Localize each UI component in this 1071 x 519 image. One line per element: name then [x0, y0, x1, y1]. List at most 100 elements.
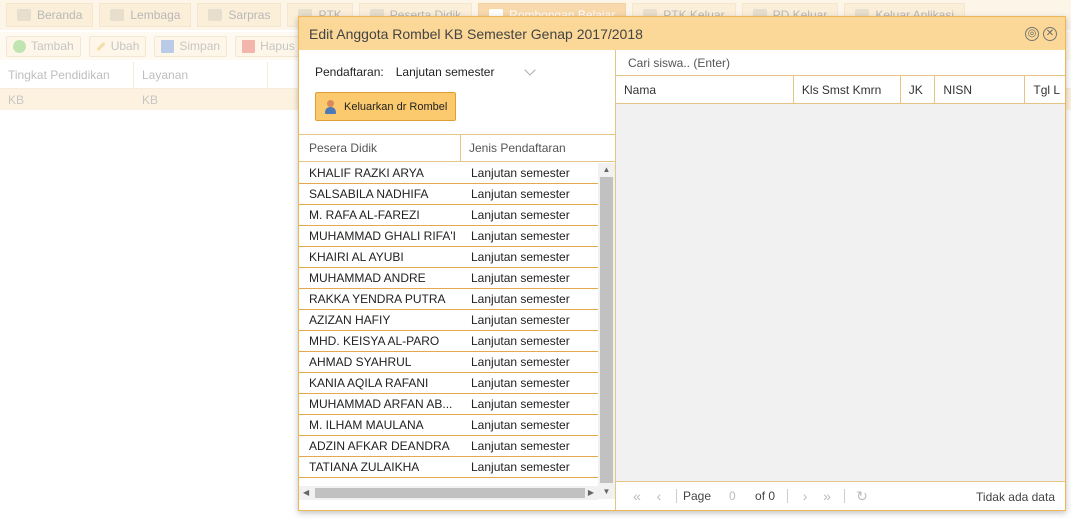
student-row[interactable]: M. RAFA AL-FAREZI Lanjutan semester	[299, 205, 598, 226]
vertical-scrollbar[interactable]: ▲ ▼	[598, 163, 615, 499]
student-row[interactable]: M. ILHAM MAULANA Lanjutan semester	[299, 415, 598, 436]
student-row[interactable]: AHMAD SYAHRUL Lanjutan semester	[299, 352, 598, 373]
pendaftaran-select[interactable]: Lanjutan semester	[394, 62, 544, 82]
next-page-icon[interactable]: ›	[794, 486, 816, 506]
student-name: RAKKA YENDRA PUTRA	[309, 292, 446, 306]
horizontal-scrollbar[interactable]: ◀ ▶	[299, 486, 598, 500]
keluarkan-label: Keluarkan dr Rombel	[344, 100, 448, 113]
student-grid-header: Pesera Didik Jenis Pendaftaran	[299, 135, 615, 162]
column-header-nama[interactable]: Nama	[616, 76, 794, 103]
student-name: MUHAMMAD GHALI RIFA'I	[309, 229, 456, 243]
candidate-grid-body	[616, 104, 1065, 481]
dialog-title-bar: Edit Anggota Rombel KB Semester Genap 20…	[299, 17, 1065, 50]
student-name: SALSABILA NADHIFA	[309, 187, 429, 201]
maximize-icon[interactable]: ◎	[1025, 27, 1039, 41]
nav-tab[interactable]: Lembaga	[99, 3, 192, 27]
scroll-left-arrow-icon[interactable]: ◀	[303, 486, 309, 500]
edit-anggota-rombel-dialog: Edit Anggota Rombel KB Semester Genap 20…	[298, 16, 1066, 511]
horizontal-scrollbar-thumb[interactable]	[315, 488, 585, 498]
building-icon	[110, 9, 125, 21]
home-icon	[17, 9, 31, 21]
student-grid: Pesera Didik Jenis Pendaftaran KHALIF RA…	[299, 134, 615, 510]
column-header-tingkat: Tingkat Pendidikan	[0, 62, 134, 88]
dialog-tools: ◎ ✕	[1025, 27, 1057, 41]
search-placeholder: Cari siswa.. (Enter)	[628, 55, 731, 70]
column-header-peserta-didik[interactable]: Pesera Didik	[299, 135, 461, 161]
student-name: M. ILHAM MAULANA	[309, 418, 424, 432]
hapus-button[interactable]: Hapus	[235, 35, 302, 57]
column-header-kls-smst-kmrn[interactable]: Kls Smst Kmrn	[794, 76, 901, 103]
close-icon[interactable]: ✕	[1043, 27, 1057, 41]
student-name: KHAIRI AL AYUBI	[309, 250, 404, 264]
student-row[interactable]: SALSABILA NADHIFA Lanjutan semester	[299, 184, 598, 205]
nav-tab-label: Lembaga	[130, 8, 181, 22]
pagination-toolbar: « ‹ Page 0 of 0 › » ↻ Tidak ada data	[616, 481, 1065, 510]
student-row[interactable]: TATIANA ZULAIKHA Lanjutan semester	[299, 457, 598, 478]
student-jenis-pendaftaran: Lanjutan semester	[471, 397, 570, 411]
student-jenis-pendaftaran: Lanjutan semester	[471, 292, 570, 306]
student-name: AHMAD SYAHRUL	[309, 355, 412, 369]
previous-page-icon[interactable]: ‹	[648, 486, 670, 506]
delete-icon	[242, 39, 256, 53]
paging-status: Tidak ada data	[976, 490, 1055, 504]
student-jenis-pendaftaran: Lanjutan semester	[471, 439, 570, 453]
student-grid-body: KHALIF RAZKI ARYA Lanjutan semester SALSAB…	[299, 163, 598, 483]
save-icon	[161, 39, 175, 53]
ubah-button[interactable]: Ubah	[88, 35, 147, 57]
student-row[interactable]: MUHAMMAD GHALI RIFA'I Lanjutan semester	[299, 226, 598, 247]
student-name: KANIA AQILA RAFANI	[309, 376, 429, 390]
student-row[interactable]: MUHAMMAD ANDRE Lanjutan semester	[299, 268, 598, 289]
student-row[interactable]: AZIZAN HAFIY Lanjutan semester	[299, 310, 598, 331]
person-icon	[324, 99, 338, 114]
pendaftaran-label: Pendaftaran:	[315, 65, 384, 79]
page-label: Page	[683, 489, 712, 503]
simpan-button[interactable]: Simpan	[154, 35, 228, 57]
nav-tab-label: Sarpras	[228, 8, 271, 22]
student-row[interactable]: RAKKA YENDRA PUTRA Lanjutan semester	[299, 289, 598, 310]
page-number-input[interactable]: 0	[717, 487, 747, 505]
student-row[interactable]: KHAIRI AL AYUBI Lanjutan semester	[299, 247, 598, 268]
keluarkan-dr-rombel-button[interactable]: Keluarkan dr Rombel	[315, 92, 456, 121]
scroll-up-arrow-icon[interactable]: ▲	[598, 163, 615, 177]
student-jenis-pendaftaran: Lanjutan semester	[471, 229, 570, 243]
student-jenis-pendaftaran: Lanjutan semester	[471, 418, 570, 432]
nav-tab[interactable]: Beranda	[6, 3, 94, 27]
tambah-button[interactable]: Tambah	[6, 35, 81, 57]
student-jenis-pendaftaran: Lanjutan semester	[471, 250, 570, 264]
student-name: MUHAMMAD ARFAN AB...	[309, 397, 453, 411]
column-header-jenis-pendaftaran[interactable]: Jenis Pendaftaran	[461, 135, 615, 161]
student-jenis-pendaftaran: Lanjutan semester	[471, 355, 570, 369]
scrollbar-thumb[interactable]	[600, 177, 613, 483]
scroll-down-arrow-icon[interactable]: ▼	[598, 485, 615, 499]
student-name: TATIANA ZULAIKHA	[309, 460, 420, 474]
column-header-tgl-lahir[interactable]: Tgl L	[1025, 76, 1065, 103]
student-jenis-pendaftaran: Lanjutan semester	[471, 376, 570, 390]
nav-tab[interactable]: Sarpras	[197, 3, 282, 27]
left-panel: Pendaftaran: Lanjutan semester Keluarkan…	[299, 50, 616, 510]
pencil-icon	[96, 41, 106, 51]
student-row[interactable]: KHALIF RAZKI ARYA Lanjutan semester	[299, 163, 598, 184]
column-header-jk[interactable]: JK	[901, 76, 936, 103]
student-row[interactable]: ADZIN AFKAR DEANDRA Lanjutan semester	[299, 436, 598, 457]
search-siswa-input[interactable]: Cari siswa.. (Enter)	[616, 50, 1065, 76]
first-page-icon[interactable]: «	[626, 486, 648, 506]
student-row[interactable]: MUHAMMAD ARFAN AB... Lanjutan semester	[299, 394, 598, 415]
dialog-title: Edit Anggota Rombel KB Semester Genap 20…	[309, 25, 643, 42]
add-icon	[13, 39, 26, 53]
student-name: M. RAFA AL-FAREZI	[309, 208, 420, 222]
student-name: MUHAMMAD ANDRE	[309, 271, 426, 285]
refresh-icon[interactable]: ↻	[851, 486, 873, 506]
last-page-icon[interactable]: »	[816, 486, 838, 506]
student-row[interactable]: MHD. KEISYA AL-PARO Lanjutan semester	[299, 331, 598, 352]
column-header-layanan: Layanan	[134, 62, 268, 88]
scroll-right-arrow-icon[interactable]: ▶	[588, 486, 594, 500]
right-panel: Cari siswa.. (Enter) Nama Kls Smst Kmrn …	[616, 50, 1065, 510]
student-row[interactable]: KANIA AQILA RAFANI Lanjutan semester	[299, 373, 598, 394]
chevron-down-icon[interactable]	[524, 64, 536, 76]
student-jenis-pendaftaran: Lanjutan semester	[471, 271, 570, 285]
student-jenis-pendaftaran: Lanjutan semester	[471, 334, 570, 348]
column-header-nisn[interactable]: NISN	[935, 76, 1026, 103]
student-name: AZIZAN HAFIY	[309, 313, 391, 327]
student-jenis-pendaftaran: Lanjutan semester	[471, 313, 570, 327]
student-jenis-pendaftaran: Lanjutan semester	[471, 208, 570, 222]
